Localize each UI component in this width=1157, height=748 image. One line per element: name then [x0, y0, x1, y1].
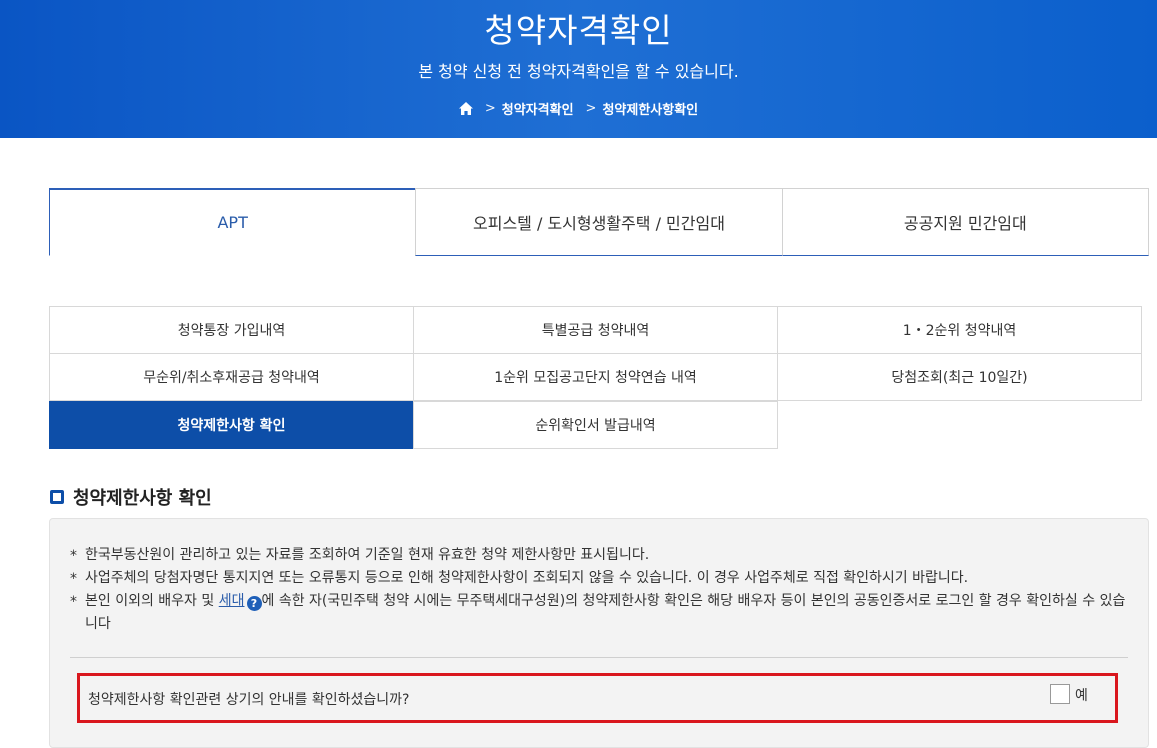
- chevron-right-icon: >: [484, 101, 496, 116]
- chevron-right-icon: >: [585, 101, 597, 116]
- notice-list: 한국부동산원이 관리하고 있는 자료를 조회하여 기준일 현재 유효한 청약 제…: [70, 544, 1130, 636]
- main-tabs: APT 오피스텔 / 도시형생활주택 / 민간임대 공공지원 민간임대: [49, 188, 1149, 256]
- section-heading: 청약제한사항 확인: [50, 484, 212, 510]
- sub-menu-grid: 청약통장 가입내역 특별공급 청약내역 1・2순위 청약내역 무순위/취소후재공…: [49, 306, 1144, 450]
- submenu-special-supply[interactable]: 특별공급 청약내역: [413, 306, 778, 354]
- home-icon[interactable]: [458, 102, 473, 115]
- confirm-checkbox[interactable]: [1050, 684, 1070, 704]
- tab-apt[interactable]: APT: [49, 188, 417, 256]
- page-title: 청약자격확인: [484, 11, 673, 50]
- divider: [70, 657, 1128, 658]
- breadcrumb-item-restriction[interactable]: 청약제한사항확인: [602, 99, 698, 118]
- household-link[interactable]: 세대: [219, 593, 245, 609]
- breadcrumb-item-eligibility[interactable]: 청약자격확인: [502, 99, 574, 118]
- confirm-yes-label[interactable]: 예: [1075, 685, 1088, 705]
- page-header: 청약자격확인 본 청약 신청 전 청약자격확인을 할 수 있습니다. > 청약자…: [0, 0, 1157, 138]
- sub-menu-row: 무순위/취소후재공급 청약내역 1순위 모집공고단지 청약연습 내역 당첨조회(…: [49, 353, 1144, 402]
- page-subtitle: 본 청약 신청 전 청약자격확인을 할 수 있습니다.: [418, 62, 739, 81]
- sub-menu-row: 청약통장 가입내역 특별공급 청약내역 1・2순위 청약내역: [49, 306, 1144, 354]
- help-icon[interactable]: ?: [246, 596, 262, 611]
- submenu-rank-history[interactable]: 1・2순위 청약내역: [777, 306, 1142, 354]
- notice-item: 본인 이외의 배우자 및 세대?에 속한 자(국민주택 청약 시에는 무주택세대…: [70, 590, 1130, 636]
- tab-public-rental[interactable]: 공공지원 민간임대: [781, 188, 1149, 256]
- breadcrumb: > 청약자격확인 > 청약제한사항확인: [0, 99, 1157, 118]
- notice-text: 본인 이외의 배우자 및: [85, 593, 219, 609]
- submenu-unranked-history[interactable]: 무순위/취소후재공급 청약내역: [49, 353, 414, 401]
- notice-item: 한국부동산원이 관리하고 있는 자료를 조회하여 기준일 현재 유효한 청약 제…: [70, 544, 1130, 568]
- submenu-winner-lookup[interactable]: 당첨조회(최근 10일간): [777, 353, 1142, 401]
- submenu-rank-certificate[interactable]: 순위확인서 발급내역: [413, 401, 778, 449]
- empty-cell: [777, 401, 1142, 449]
- submenu-restriction-check[interactable]: 청약제한사항 확인: [49, 401, 414, 449]
- sub-menu-row: 청약제한사항 확인 순위확인서 발급내역: [49, 401, 1144, 450]
- notice-box: 한국부동산원이 관리하고 있는 자료를 조회하여 기준일 현재 유효한 청약 제…: [49, 518, 1149, 748]
- square-bullet-icon: [50, 490, 64, 504]
- submenu-practice-history[interactable]: 1순위 모집공고단지 청약연습 내역: [413, 353, 778, 401]
- confirm-question: 청약제한사항 확인관련 상기의 안내를 확인하셨습니까?: [88, 692, 410, 708]
- notice-item: 사업주체의 당첨자명단 통지지연 또는 오류통지 등으로 인해 청약제한사항이 …: [70, 567, 1130, 591]
- tab-officetel[interactable]: 오피스텔 / 도시형생활주택 / 민간임대: [415, 188, 783, 256]
- confirm-box: 청약제한사항 확인관련 상기의 안내를 확인하셨습니까? 예: [77, 673, 1118, 723]
- section-title: 청약제한사항 확인: [73, 488, 212, 509]
- submenu-account-history[interactable]: 청약통장 가입내역: [49, 306, 414, 354]
